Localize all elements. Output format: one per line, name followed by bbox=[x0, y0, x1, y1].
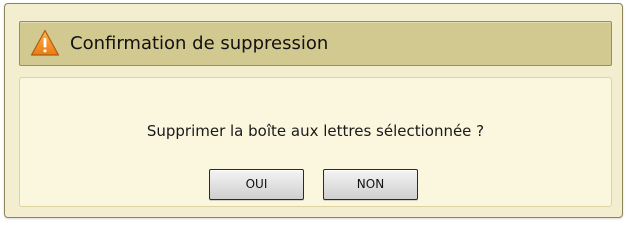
confirmation-dialog: Confirmation de suppression Supprimer la… bbox=[4, 3, 623, 218]
confirmation-message: Supprimer la boîte aux lettres sélection… bbox=[146, 122, 485, 140]
yes-button[interactable]: OUI bbox=[209, 169, 304, 200]
dialog-header: Confirmation de suppression bbox=[19, 21, 612, 66]
dialog-body: Supprimer la boîte aux lettres sélection… bbox=[19, 77, 612, 207]
no-button[interactable]: NON bbox=[323, 169, 418, 200]
dialog-title: Confirmation de suppression bbox=[70, 33, 329, 54]
warning-triangle-icon bbox=[30, 29, 60, 56]
